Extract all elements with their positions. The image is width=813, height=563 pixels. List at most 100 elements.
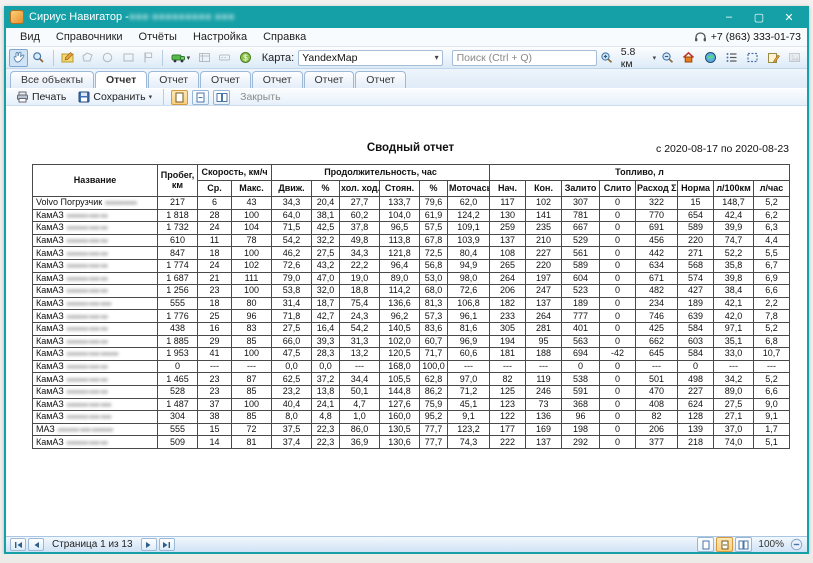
table-cell: 100 <box>232 348 272 361</box>
close-button[interactable]: ✕ <box>775 8 803 26</box>
zoom-tool-button[interactable] <box>29 49 48 67</box>
home-button[interactable] <box>679 49 698 67</box>
last-page-button[interactable] <box>159 538 175 551</box>
table-cell: 37,0 <box>714 423 754 436</box>
table-cell: 75,9 <box>420 398 448 411</box>
vehicle-name: КамАЗ <box>36 273 64 283</box>
table-cell: 555 <box>158 297 198 310</box>
table-cell: 37,4 <box>272 436 312 449</box>
maximize-button[interactable]: ▢ <box>745 8 773 26</box>
route-button[interactable] <box>215 49 234 67</box>
vehicle-name-cell: МАЗ ●●●●●● ●●● ●●●●●● <box>33 423 158 436</box>
table-cell: 136 <box>526 411 562 424</box>
search-input[interactable] <box>452 50 597 66</box>
statusbar-view-single-button[interactable] <box>697 537 714 552</box>
map-select[interactable]: YandexMap ▾ <box>298 50 442 66</box>
finance-button[interactable]: $ <box>235 49 254 67</box>
vehicle-name-cell: КамАЗ ●●●●●● ●●● ●● <box>33 436 158 449</box>
statusbar-view-multi-button[interactable] <box>735 537 752 552</box>
vehicle-name-cell: КамАЗ ●●●●●● ●●● ●● <box>33 222 158 235</box>
rectangle-tool-button[interactable] <box>118 49 137 67</box>
table-cell: 0 <box>600 272 636 285</box>
tab-report-active[interactable]: Отчет <box>95 71 147 88</box>
pan-hand-tool-button[interactable] <box>9 49 28 67</box>
table-cell: 247 <box>526 285 562 298</box>
table-cell: 68,0 <box>420 285 448 298</box>
circle-tool-button[interactable] <box>98 49 117 67</box>
table-cell: 31,3 <box>340 335 380 348</box>
list-objects-button[interactable] <box>722 49 741 67</box>
menu-settings[interactable]: Настройка <box>185 29 255 45</box>
table-cell: 53,0 <box>420 272 448 285</box>
table-cell: 0 <box>600 423 636 436</box>
tab-report-4[interactable]: Отчет <box>252 71 303 88</box>
table-cell: 6,9 <box>754 272 790 285</box>
image-button[interactable] <box>785 49 804 67</box>
table-cell: 23 <box>198 373 232 386</box>
note-edit-button[interactable] <box>764 49 783 67</box>
report-header: Сводный отчет с 2020-08-17 по 2020-08-23 <box>32 142 789 158</box>
print-button[interactable]: Печать <box>12 90 70 104</box>
menu-directories[interactable]: Справочники <box>48 29 131 45</box>
flag-tool-button[interactable] <box>139 49 158 67</box>
table-cell: 1 465 <box>158 373 198 386</box>
minimize-button[interactable]: – <box>715 8 743 26</box>
report-page: Сводный отчет с 2020-08-17 по 2020-08-23… <box>6 106 807 536</box>
report-period: с 2020-08-17 по 2020-08-23 <box>656 143 789 155</box>
next-page-button[interactable] <box>141 538 157 551</box>
vehicle-name-cell: КамАЗ ●●●●●● ●●● ●● <box>33 373 158 386</box>
table-cell: 206 <box>490 285 526 298</box>
table-cell: 0 <box>600 259 636 272</box>
table-cell: 95,2 <box>420 411 448 424</box>
view-single-page-button[interactable] <box>171 90 188 105</box>
zoom-in-map-button[interactable] <box>598 49 617 67</box>
vehicle-name: КамАЗ <box>36 311 64 321</box>
table-cell: 74,0 <box>714 436 754 449</box>
table-cell: 555 <box>158 423 198 436</box>
tab-all-objects[interactable]: Все объекты <box>10 71 94 88</box>
previous-page-button[interactable] <box>28 538 44 551</box>
globe-button[interactable] <box>700 49 719 67</box>
table-cell: 128 <box>678 411 714 424</box>
close-report-button[interactable]: Закрыть <box>240 91 280 103</box>
table-cell: 60,6 <box>448 348 490 361</box>
table-cell: 18 <box>198 297 232 310</box>
menu-help[interactable]: Справка <box>255 29 314 45</box>
edit-map-button[interactable] <box>58 49 77 67</box>
chevron-down-icon: ▾ <box>149 93 153 101</box>
save-button[interactable]: Сохранить ▾ <box>74 90 156 104</box>
tab-report-6[interactable]: Отчет <box>355 71 406 88</box>
polygon-tool-button[interactable] <box>78 49 97 67</box>
col-header-l-per-100km: л/100км <box>714 181 754 197</box>
view-fit-width-button[interactable] <box>192 90 209 105</box>
menu-view[interactable]: Вид <box>12 29 48 45</box>
table-cell: 50,1 <box>340 385 380 398</box>
window-title-redacted: ●●● ●●●●●●●●● ●●● <box>129 11 235 23</box>
tab-report-5[interactable]: Отчет <box>304 71 355 88</box>
track-history-button[interactable] <box>195 49 214 67</box>
zoom-out-map-button[interactable] <box>658 49 677 67</box>
view-two-pages-button[interactable] <box>213 90 230 105</box>
zoom-out-report-button[interactable] <box>790 538 803 551</box>
table-cell: 94,9 <box>448 259 490 272</box>
vehicle-layer-button[interactable]: ▾ <box>167 49 194 67</box>
table-row: КамАЗ ●●●●●● ●●● ●● 1 2562310053,832,018… <box>33 285 790 298</box>
table-cell: 78 <box>232 234 272 247</box>
table-cell: 35,8 <box>714 259 754 272</box>
statusbar-view-fit-button[interactable] <box>716 537 733 552</box>
tab-report-2[interactable]: Отчет <box>148 71 199 88</box>
tab-report-3[interactable]: Отчет <box>200 71 251 88</box>
map-scale-value[interactable]: 5.8 км <box>621 46 649 70</box>
taskbar-gap <box>0 554 813 563</box>
menu-reports[interactable]: Отчёты <box>131 29 185 45</box>
first-page-button[interactable] <box>10 538 26 551</box>
map-label: Карта: <box>262 52 295 64</box>
table-cell: 5,2 <box>754 373 790 386</box>
table-cell: 73 <box>526 398 562 411</box>
select-area-button[interactable] <box>743 49 762 67</box>
table-cell: 0 <box>600 310 636 323</box>
table-row: КамАЗ ●●●●●● ●●● ●● 1 8182810064,038,160… <box>33 209 790 222</box>
table-cell: 591 <box>562 385 600 398</box>
table-cell: 22,3 <box>312 423 340 436</box>
col-header-l-per-hour: л/час <box>754 181 790 197</box>
